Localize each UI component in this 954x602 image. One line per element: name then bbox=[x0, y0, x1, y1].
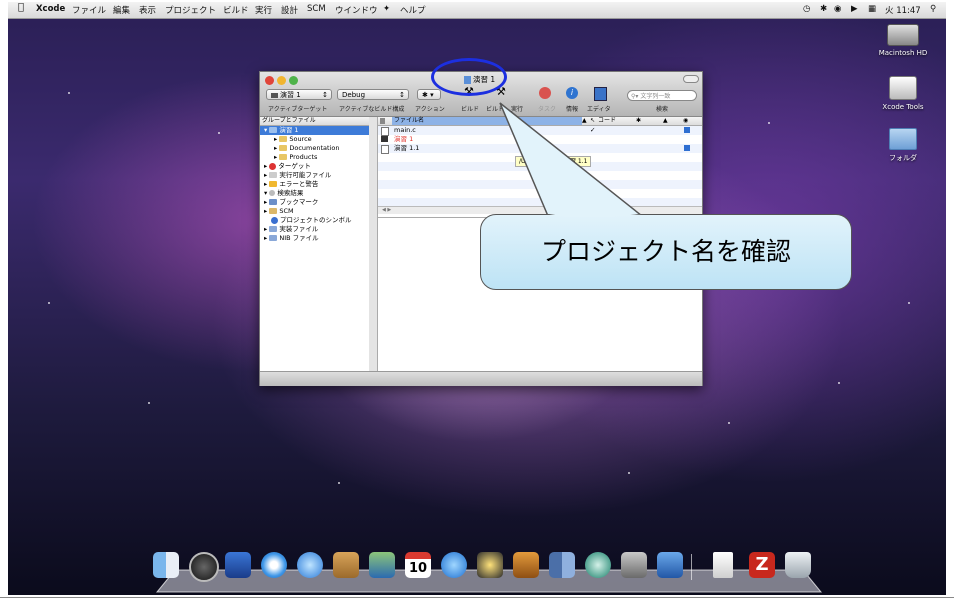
itunes-icon[interactable] bbox=[441, 552, 467, 578]
imovie-icon[interactable] bbox=[477, 552, 503, 578]
time-machine-icon[interactable] bbox=[585, 552, 611, 578]
ichat-icon[interactable] bbox=[297, 552, 323, 578]
document-icon[interactable] bbox=[713, 552, 733, 578]
callout-text: プロジェクト名を確認 bbox=[540, 237, 791, 266]
trash-icon[interactable] bbox=[785, 552, 811, 578]
filezilla-icon[interactable]: Z bbox=[749, 552, 775, 578]
iphoto-icon[interactable] bbox=[369, 552, 395, 578]
garageband-icon[interactable] bbox=[513, 552, 539, 578]
desktop:  Xcode ファイル 編集 表示 プロジェクト ビルド 実行 設計 SCM … bbox=[8, 2, 946, 595]
highlight-oval bbox=[431, 58, 507, 96]
dashboard-icon[interactable] bbox=[189, 552, 219, 582]
mail-icon[interactable] bbox=[225, 552, 251, 578]
finder-icon[interactable] bbox=[153, 552, 179, 578]
bottom-rule bbox=[0, 597, 954, 598]
system-preferences-icon[interactable] bbox=[621, 552, 647, 578]
dock: 10 Z bbox=[139, 546, 839, 594]
ical-icon[interactable]: 10 bbox=[405, 552, 431, 578]
dock-separator bbox=[691, 554, 692, 580]
xcode-icon[interactable] bbox=[657, 552, 683, 578]
safari-icon[interactable] bbox=[261, 552, 287, 578]
address-book-icon[interactable] bbox=[333, 552, 359, 578]
spaces-icon[interactable] bbox=[549, 552, 575, 578]
